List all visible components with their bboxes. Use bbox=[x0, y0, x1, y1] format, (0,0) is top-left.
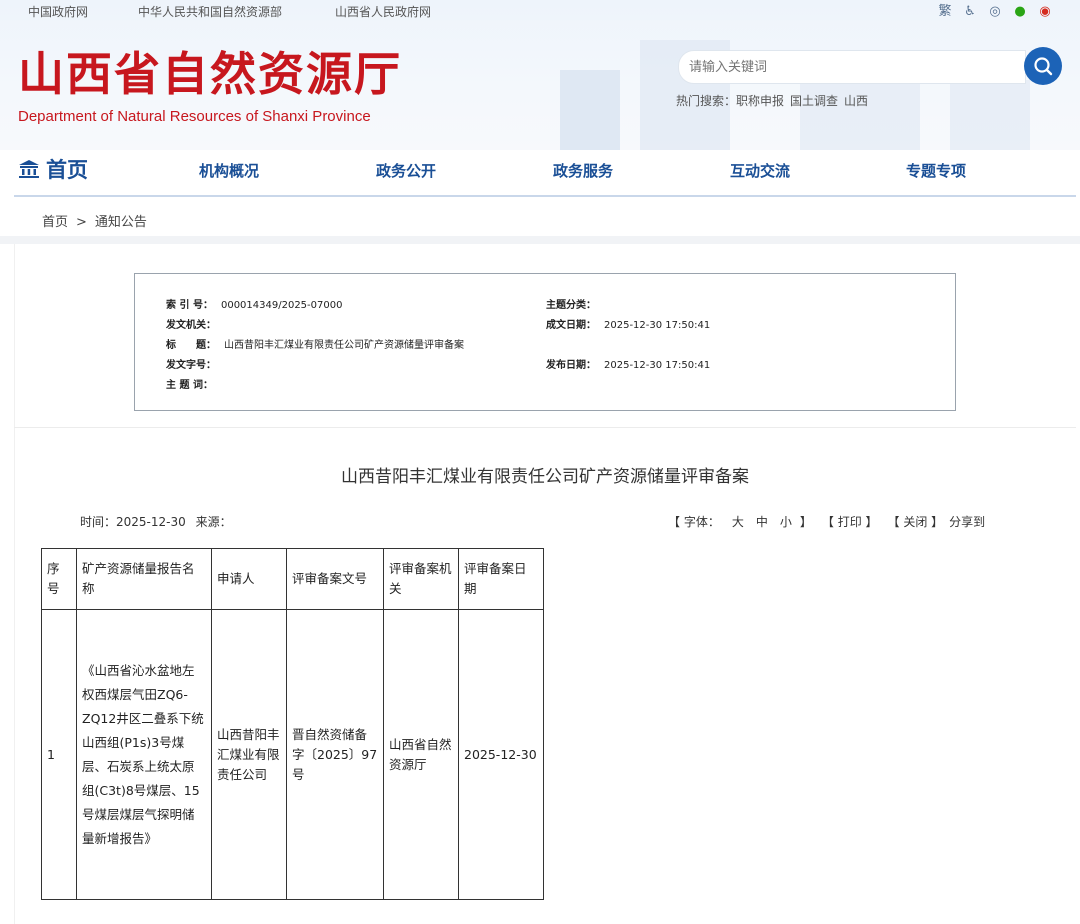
meta-title-value: 山西昔阳丰汇煤业有限责任公司矿产资源储量评审备案 bbox=[224, 340, 464, 351]
meta-published: 发布日期： 2025-12-30 17:50:41 bbox=[546, 356, 710, 371]
breadcrumb-separator: > bbox=[76, 215, 87, 230]
meta-docno: 发文字号： bbox=[166, 356, 216, 371]
top-link-mnr[interactable]: 中华人民共和国自然资源部 bbox=[138, 3, 282, 20]
meta-index-value: 000014349/2025-07000 bbox=[220, 300, 343, 311]
content-top-band bbox=[0, 236, 1080, 244]
table-header-cell: 序号 bbox=[41, 548, 77, 610]
site-logo-cn[interactable]: 山西省自然资源厅 bbox=[18, 44, 402, 104]
article-tools: 【 字体： 大中小】 【 打印 】 【 关闭 】分享到 bbox=[668, 513, 991, 530]
search-box bbox=[678, 50, 1026, 84]
table-cell-date: 2025-12-30 bbox=[458, 609, 544, 900]
table-header-cell: 矿产资源储量报告名称 bbox=[76, 548, 212, 610]
table-header-cell: 评审备案机关 bbox=[383, 548, 459, 610]
table-cell-authority: 山西省自然资源厅 bbox=[383, 609, 459, 900]
close-button[interactable]: 【 关闭 】 bbox=[894, 515, 944, 529]
hot-search-item[interactable]: 国土调查 bbox=[790, 94, 838, 108]
content-divider bbox=[14, 427, 1076, 428]
table-cell-no: 1 bbox=[41, 609, 77, 900]
table-header-row: 序号 矿产资源储量报告名称 申请人 评审备案文号 评审备案机关 评审备案日期 bbox=[41, 548, 544, 610]
meta-title-label: 标 题： bbox=[166, 340, 216, 351]
meta-created-value: 2025-12-30 17:50:41 bbox=[604, 320, 711, 331]
meta-issuer: 发文机关： bbox=[166, 316, 216, 331]
table-cell-applicant: 山西昔阳丰汇煤业有限责任公司 bbox=[211, 609, 287, 900]
font-size-close: 】 bbox=[799, 515, 812, 529]
nav-home-label: 首页 bbox=[46, 158, 88, 182]
meta-keywords-label: 主 题 词： bbox=[166, 380, 213, 391]
meta-published-value: 2025-12-30 17:50:41 bbox=[604, 360, 711, 371]
hot-search: 热门搜索：职称申报 国土调查 山西 bbox=[676, 92, 874, 109]
article-info: 时间：2025-12-30 来源： bbox=[80, 513, 232, 530]
nav-item-about[interactable]: 机构概况 bbox=[199, 160, 259, 181]
font-medium-button[interactable]: 中 bbox=[756, 515, 768, 529]
header-bg-decoration bbox=[560, 70, 620, 150]
breadcrumb: 首页 > 通知公告 bbox=[42, 211, 155, 230]
meta-created-label: 成文日期： bbox=[546, 320, 596, 331]
nav-divider bbox=[14, 195, 1076, 197]
search-icon bbox=[1034, 57, 1053, 76]
top-link-shanxi[interactable]: 山西省人民政府网 bbox=[335, 3, 431, 20]
share-button[interactable]: 分享到 bbox=[949, 515, 985, 529]
time-value: 2025-12-30 bbox=[116, 515, 186, 529]
site-header: 中国政府网 中华人民共和国自然资源部 山西省人民政府网 繁 ♿ ◎ ● ◉ 山西… bbox=[0, 0, 1080, 150]
nav-item-services[interactable]: 政务服务 bbox=[553, 160, 613, 181]
meta-keywords: 主 题 词： bbox=[166, 376, 213, 391]
meta-issuer-label: 发文机关： bbox=[166, 320, 216, 331]
accessibility-icon[interactable]: ♿ bbox=[961, 3, 979, 21]
meta-created: 成文日期： 2025-12-30 17:50:41 bbox=[546, 316, 710, 331]
meta-published-label: 发布日期： bbox=[546, 360, 596, 371]
search-button[interactable] bbox=[1024, 47, 1062, 85]
search-input[interactable] bbox=[687, 51, 1011, 83]
table-cell-report: 《山西省沁水盆地左权西煤层气田ZQ6-ZQ12井区二叠系下统山西组(P1s)3号… bbox=[76, 609, 212, 900]
wechat-icon[interactable]: ● bbox=[1011, 3, 1029, 21]
home-icon bbox=[18, 158, 40, 182]
meta-category: 主题分类： bbox=[546, 296, 596, 311]
nav-item-interaction[interactable]: 互动交流 bbox=[730, 160, 790, 181]
print-button[interactable]: 【 打印 】 bbox=[828, 515, 878, 529]
font-size-label: 【 字体： bbox=[668, 515, 720, 529]
table-header-cell: 申请人 bbox=[211, 548, 287, 610]
hot-search-item[interactable]: 山西 bbox=[844, 94, 868, 108]
nav-home[interactable]: 首页 bbox=[18, 154, 88, 184]
weibo-icon[interactable]: ◉ bbox=[1036, 3, 1054, 21]
font-large-button[interactable]: 大 bbox=[732, 515, 744, 529]
meta-category-label: 主题分类： bbox=[546, 300, 596, 311]
hot-search-label: 热门搜索： bbox=[676, 94, 737, 108]
record-table: 序号 矿产资源储量报告名称 申请人 评审备案文号 评审备案机关 评审备案日期 1… bbox=[41, 548, 544, 900]
nav-item-topics[interactable]: 专题专项 bbox=[906, 160, 966, 181]
article-title: 山西昔阳丰汇煤业有限责任公司矿产资源储量评审备案 bbox=[341, 467, 749, 487]
breadcrumb-current[interactable]: 通知公告 bbox=[95, 215, 147, 230]
table-header-cell: 评审备案日期 bbox=[458, 548, 544, 610]
breadcrumb-home[interactable]: 首页 bbox=[42, 215, 68, 230]
nav-item-gov-affairs[interactable]: 政务公开 bbox=[376, 160, 436, 181]
site-logo-en: Department of Natural Resources of Shanx… bbox=[18, 108, 371, 125]
table-cell-docno: 晋自然资储备字〔2025〕97号 bbox=[286, 609, 384, 900]
table-header-cell: 评审备案文号 bbox=[286, 548, 384, 610]
header-bg-decoration bbox=[950, 80, 1030, 150]
hot-search-item[interactable]: 职称申报 bbox=[736, 94, 784, 108]
traditional-chinese-icon[interactable]: 繁 bbox=[936, 3, 954, 21]
meta-index: 索 引 号： 000014349/2025-07000 bbox=[166, 296, 342, 311]
top-link-gov[interactable]: 中国政府网 bbox=[28, 3, 88, 20]
table-row: 1 《山西省沁水盆地左权西煤层气田ZQ6-ZQ12井区二叠系下统山西组(P1s)… bbox=[41, 609, 544, 900]
voice-icon[interactable]: ◎ bbox=[986, 3, 1004, 21]
meta-docno-label: 发文字号： bbox=[166, 360, 216, 371]
font-small-button[interactable]: 小 bbox=[780, 515, 792, 529]
time-label: 时间： bbox=[80, 515, 117, 529]
meta-index-label: 索 引 号： bbox=[166, 300, 213, 311]
meta-title: 标 题： 山西昔阳丰汇煤业有限责任公司矿产资源储量评审备案 bbox=[166, 336, 464, 351]
source-label: 来源： bbox=[195, 515, 232, 529]
